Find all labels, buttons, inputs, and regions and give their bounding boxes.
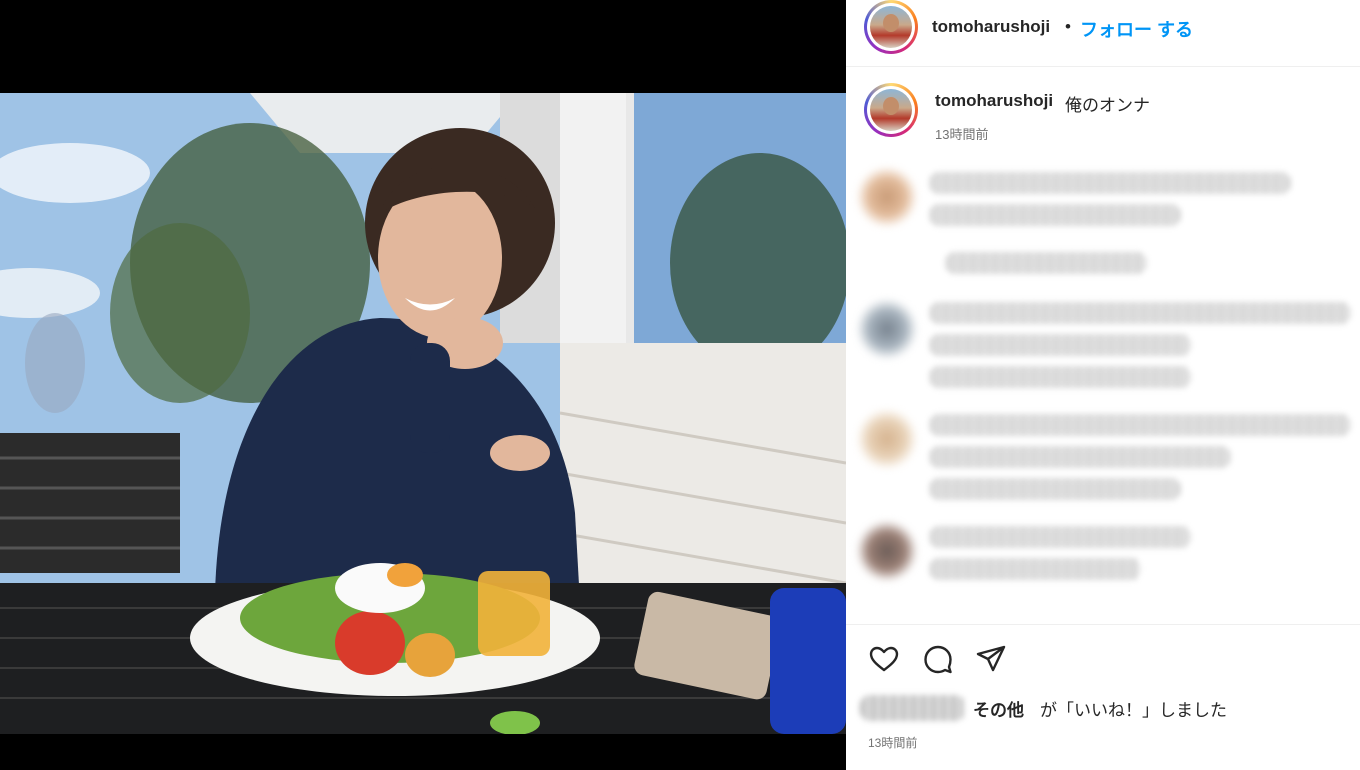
comments-list [846,160,1360,622]
separator-dot: • [1065,17,1071,36]
commenter-avatar[interactable] [858,168,916,226]
share-icon[interactable] [975,643,1007,675]
likes-others-link[interactable]: その他 [973,696,1024,721]
heart-icon[interactable] [868,643,900,675]
post-actions: その他 が「いいね！」しました 13時間前 [846,624,1360,770]
post-header: tomoharushoji • フォロー する [846,0,1360,67]
post-photo[interactable] [0,93,846,734]
caption-timestamp[interactable]: 13時間前 [935,124,988,143]
liker-name-censored[interactable] [860,695,965,721]
commenter-avatar[interactable] [858,522,916,580]
post-panel: tomoharushoji • フォロー する tomoharushoji 俺の… [846,0,1360,770]
commenter-avatar[interactable] [858,410,916,468]
likes-summary: その他 が「いいね！」しました [860,693,1340,723]
photo-illustration [0,93,846,734]
author-avatar[interactable] [864,0,918,54]
likes-suffix-text: が「いいね！」しました [1040,701,1227,720]
post-media [0,0,846,770]
caption-username[interactable]: tomoharushoji [935,91,1053,111]
caption-text: 俺のオンナ [1065,96,1150,115]
commenter-avatar[interactable] [858,300,916,358]
post-timestamp[interactable]: 13時間前 [868,734,917,751]
caption-avatar[interactable] [864,83,918,137]
comment-icon[interactable] [922,643,954,675]
author-username[interactable]: tomoharushoji [932,17,1050,37]
follow-button[interactable]: フォロー する [1080,16,1193,42]
